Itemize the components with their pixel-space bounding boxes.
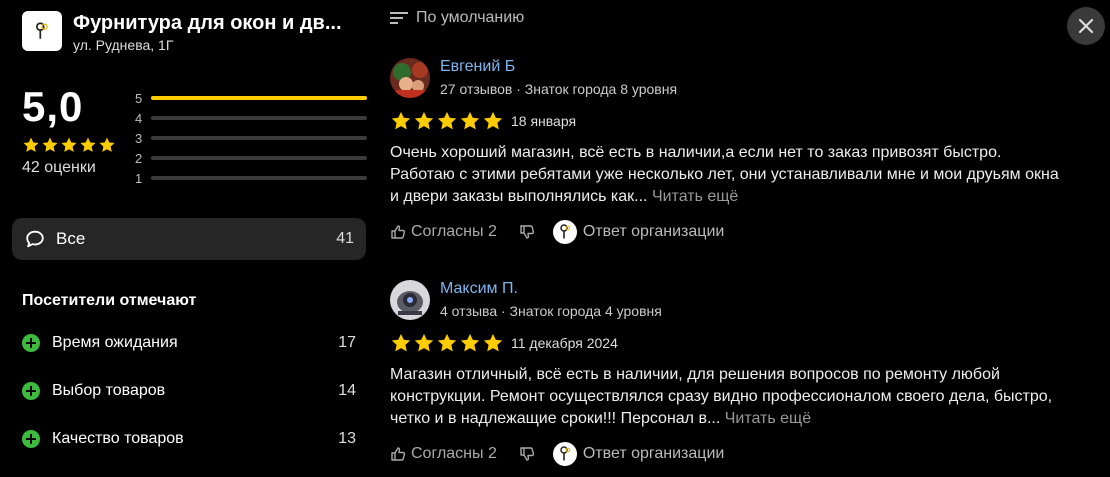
read-more-link[interactable]: Читать ещё xyxy=(652,188,738,205)
tag-name: Время ожидания xyxy=(52,334,178,351)
plus-icon xyxy=(22,334,40,352)
distribution-fill xyxy=(151,96,367,100)
review-text: Очень хороший магазин, всё есть в наличи… xyxy=(390,142,1070,208)
star-icon xyxy=(414,111,434,130)
tag-name: Качество товаров xyxy=(52,430,184,447)
key-logo-icon xyxy=(36,22,48,39)
thumbs-down-icon[interactable] xyxy=(519,446,535,462)
review-text: Магазин отличный, всё есть в наличии, дл… xyxy=(390,364,1070,430)
review-meta: 27 отзывов · Знаток города 8 уровня xyxy=(440,81,678,97)
agree-button[interactable]: Согласны 2 xyxy=(411,445,497,463)
review-author[interactable]: Максим П. xyxy=(440,280,518,298)
review-date: 18 января xyxy=(511,113,577,129)
star-icon xyxy=(391,111,411,130)
star-icon xyxy=(437,111,457,130)
avatar[interactable] xyxy=(390,280,430,320)
sort-label: По умолчанию xyxy=(416,9,525,26)
distribution-stars: 2 xyxy=(135,150,143,166)
thumbs-up-icon[interactable] xyxy=(390,446,406,462)
tag-count: 14 xyxy=(338,382,356,399)
star-icon xyxy=(391,333,411,352)
org-header[interactable]: Фурнитура для окон и дв... ул. Руднева, … xyxy=(22,11,373,53)
tag-item[interactable]: Качество товаров 13 xyxy=(22,430,356,448)
org-logo xyxy=(22,11,62,51)
distribution-stars: 4 xyxy=(135,110,143,126)
key-logo-icon xyxy=(560,224,570,239)
review-meta: 4 отзыва · Знаток города 4 уровня xyxy=(440,303,662,319)
distribution-row: 4 xyxy=(135,108,367,128)
distribution-stars: 1 xyxy=(135,170,143,186)
read-more-link[interactable]: Читать ещё xyxy=(725,410,811,427)
review-stars xyxy=(390,332,504,354)
org-reply-logo xyxy=(552,442,577,466)
rating-distribution: 5 4 3 2 1 xyxy=(135,88,367,188)
review-stars xyxy=(390,110,504,132)
avatar[interactable] xyxy=(390,58,430,98)
review-date: 11 декабря 2024 xyxy=(511,335,618,351)
star-icon xyxy=(460,111,480,130)
sort-dropdown[interactable]: По умолчанию xyxy=(390,9,524,27)
star-icon xyxy=(437,333,457,352)
sort-lines-icon xyxy=(390,12,408,24)
close-icon xyxy=(1078,18,1094,34)
distribution-row: 5 xyxy=(135,88,367,108)
org-reply-link[interactable]: Ответ организации xyxy=(583,223,724,241)
star-icon xyxy=(61,137,77,152)
star-icon xyxy=(483,111,503,130)
filter-all-button[interactable]: Все 41 xyxy=(12,218,366,260)
close-button[interactable] xyxy=(1067,7,1105,45)
summary-panel: Фурнитура для окон и дв... ул. Руднева, … xyxy=(0,0,380,477)
distribution-row: 1 xyxy=(135,168,367,188)
org-address: ул. Руднева, 1Г xyxy=(73,37,174,53)
visitors-title: Посетители отмечают xyxy=(22,292,197,309)
tag-item[interactable]: Выбор товаров 14 xyxy=(22,382,356,400)
distribution-row: 2 xyxy=(135,148,367,168)
tag-name: Выбор товаров xyxy=(52,382,166,399)
rating-stars xyxy=(22,136,116,154)
review-card: Евгений Б 27 отзывов · Знаток города 8 у… xyxy=(390,58,1070,258)
chat-bubble-icon xyxy=(26,230,44,248)
rating-value: 5,0 xyxy=(22,83,84,130)
review-card: Максим П. 4 отзыва · Знаток города 4 уро… xyxy=(390,280,1070,470)
ratings-count: 42 оценки xyxy=(22,159,96,176)
org-reply-link[interactable]: Ответ организации xyxy=(583,445,724,463)
distribution-stars: 3 xyxy=(135,130,143,146)
distribution-row: 3 xyxy=(135,128,367,148)
star-icon xyxy=(483,333,503,352)
filter-all-label: Все xyxy=(56,229,86,248)
star-icon xyxy=(80,137,96,152)
review-author[interactable]: Евгений Б xyxy=(440,58,515,76)
review-body: Магазин отличный, всё есть в наличии, дл… xyxy=(390,366,1053,427)
star-icon xyxy=(99,137,115,152)
star-icon xyxy=(414,333,434,352)
filter-all-count: 41 xyxy=(336,230,354,247)
star-icon xyxy=(460,333,480,352)
review-actions: Согласны 2 Ответ организации xyxy=(390,220,724,244)
org-reply-logo xyxy=(552,220,577,244)
thumbs-down-icon[interactable] xyxy=(519,224,535,240)
plus-icon xyxy=(22,430,40,448)
tag-count: 13 xyxy=(338,430,356,447)
review-actions: Согласны 2 Ответ организации xyxy=(390,442,724,466)
agree-button[interactable]: Согласны 2 xyxy=(411,223,497,241)
star-icon xyxy=(42,137,58,152)
plus-icon xyxy=(22,382,40,400)
distribution-stars: 5 xyxy=(135,90,143,106)
tag-item[interactable]: Время ожидания 17 xyxy=(22,334,356,352)
star-icon xyxy=(23,137,39,152)
org-title[interactable]: Фурнитура для окон и дв... xyxy=(73,11,373,35)
key-logo-icon xyxy=(560,446,570,461)
tag-count: 17 xyxy=(338,334,356,351)
thumbs-up-icon[interactable] xyxy=(390,224,406,240)
